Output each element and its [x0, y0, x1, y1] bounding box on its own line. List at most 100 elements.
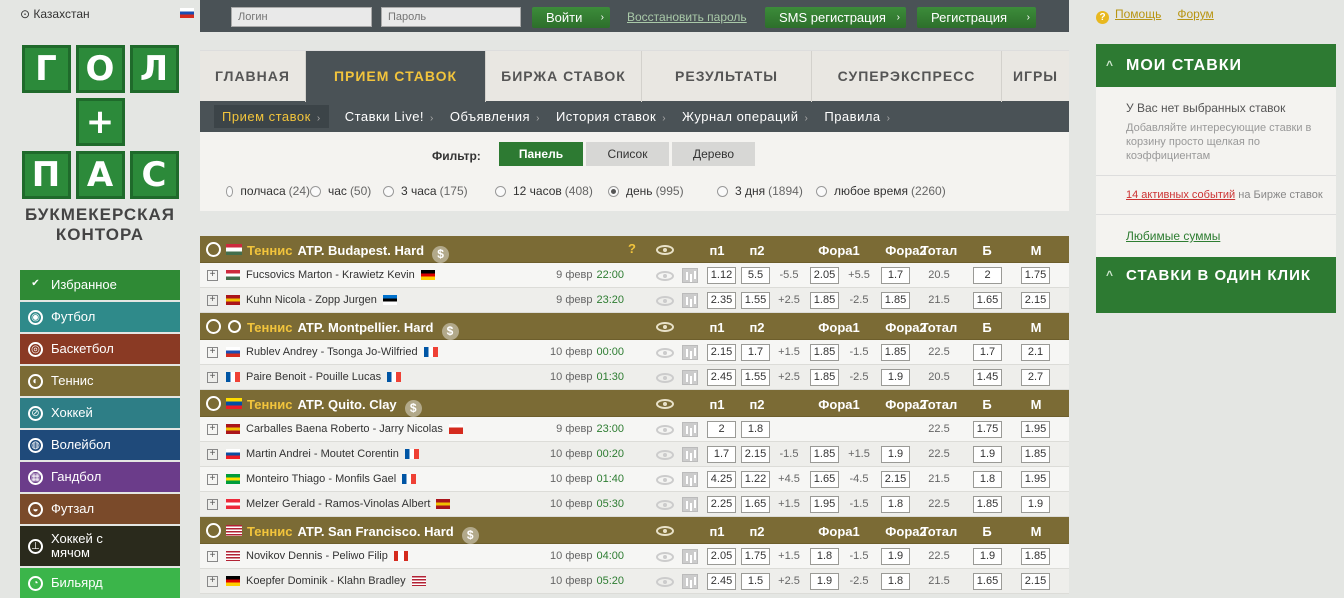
sidebar-sport-item[interactable]: ◐ Теннис — [20, 366, 180, 396]
eye-icon[interactable] — [656, 348, 674, 358]
sms-register-button[interactable]: SMS регистрация › — [765, 7, 906, 28]
event-teams[interactable]: Monteiro Thiago - Monfils Gael — [246, 473, 396, 485]
stats-icon[interactable] — [682, 293, 698, 308]
site-logo[interactable]: Г О Л + П А С БУКМЕКЕРСКАЯ КОНТОРА — [20, 45, 180, 245]
eye-icon[interactable] — [656, 475, 674, 485]
odds-under[interactable]: 1.75 — [1021, 267, 1050, 284]
odds-p1[interactable]: 2.45 — [707, 369, 736, 386]
period-option[interactable]: любое время (2260) — [816, 184, 956, 198]
odds-p1[interactable]: 2.15 — [707, 344, 736, 361]
odds-p1[interactable]: 2 — [707, 421, 736, 438]
favorite-sums-link[interactable]: Любимые суммы — [1126, 229, 1324, 247]
odds-handicap-1[interactable]: 1.85 — [810, 344, 839, 361]
sidebar-sport-item[interactable]: ✔ Избранное — [20, 270, 180, 300]
odds-handicap-2[interactable]: 1.7 — [881, 267, 910, 284]
eye-icon[interactable] — [656, 399, 674, 409]
tournament-header[interactable]: Теннис ATP. Budapest. Hard $? п1 п2 Фора1 Фора… — [200, 236, 1069, 263]
region-label[interactable]: ⊙ Казахстан — [20, 7, 90, 21]
odds-over[interactable]: 1.9 — [973, 548, 1002, 565]
radio-button[interactable] — [226, 185, 234, 197]
odds-p2[interactable]: 1.55 — [741, 369, 770, 386]
eye-icon[interactable] — [656, 322, 674, 332]
odds-over[interactable]: 1.45 — [973, 369, 1002, 386]
tab-4[interactable]: РЕЗУЛЬТАТЫ — [642, 51, 812, 102]
event-teams[interactable]: Fucsovics Marton - Krawietz Kevin — [246, 269, 415, 281]
odds-handicap-1[interactable]: 1.95 — [810, 496, 839, 513]
odds-over[interactable]: 1.65 — [973, 292, 1002, 309]
stats-icon[interactable] — [682, 268, 698, 283]
eye-icon[interactable] — [656, 526, 674, 536]
radio-button[interactable] — [608, 185, 619, 197]
radio-button[interactable] — [495, 185, 506, 197]
help-link[interactable]: Помощь — [1115, 7, 1161, 21]
event-teams[interactable]: Kuhn Nicola - Zopp Jurgen — [246, 294, 377, 306]
event-teams[interactable]: Paire Benoit - Pouille Lucas — [246, 371, 381, 383]
odds-over[interactable]: 1.85 — [973, 496, 1002, 513]
odds-handicap-2[interactable]: 1.85 — [881, 292, 910, 309]
dollar-icon[interactable]: $ — [461, 527, 479, 544]
odds-over[interactable]: 1.9 — [973, 446, 1002, 463]
question-icon[interactable]: ? — [628, 241, 636, 256]
expand-icon[interactable]: + — [207, 576, 218, 587]
odds-p1[interactable]: 4.25 — [707, 471, 736, 488]
sidebar-sport-item[interactable]: ◉ Футбол — [20, 302, 180, 332]
expand-icon[interactable]: + — [207, 499, 218, 510]
odds-handicap-2[interactable]: 1.9 — [881, 446, 910, 463]
odds-under[interactable]: 2.1 — [1021, 344, 1050, 361]
expand-icon[interactable]: + — [207, 347, 218, 358]
stats-icon[interactable] — [682, 422, 698, 437]
odds-over[interactable]: 1.75 — [973, 421, 1002, 438]
odds-p1[interactable]: 2.35 — [707, 292, 736, 309]
odds-over[interactable]: 1.8 — [973, 471, 1002, 488]
forum-link[interactable]: Форум — [1177, 7, 1213, 21]
stats-icon[interactable] — [682, 345, 698, 360]
odds-handicap-1[interactable]: 1.85 — [810, 369, 839, 386]
eye-icon[interactable] — [656, 577, 674, 587]
subnav-item[interactable]: Журнал операций › — [682, 109, 808, 124]
view-tree-button[interactable]: Дерево — [672, 142, 755, 166]
odds-handicap-1[interactable]: 2.05 — [810, 267, 839, 284]
sidebar-sport-item[interactable]: ⊥ Хоккей с мячом — [20, 526, 180, 566]
odds-p2[interactable]: 1.8 — [741, 421, 770, 438]
odds-under[interactable]: 1.85 — [1021, 446, 1050, 463]
sidebar-sport-item[interactable]: ◎ Баскетбол — [20, 334, 180, 364]
odds-over[interactable]: 2 — [973, 267, 1002, 284]
sidebar-sport-item[interactable]: ◒ Футзал — [20, 494, 180, 524]
event-teams[interactable]: Melzer Gerald - Ramos-Vinolas Albert — [246, 498, 430, 510]
event-row[interactable]: + Paire Benoit - Pouille Lucas 10 февр 01:3… — [200, 365, 1069, 390]
stats-icon[interactable] — [682, 497, 698, 512]
odds-p1[interactable]: 2.05 — [707, 548, 736, 565]
sidebar-sport-item[interactable]: ◔ Бильярд — [20, 568, 180, 598]
odds-under[interactable]: 1.95 — [1021, 471, 1050, 488]
event-row[interactable]: + Martin Andrei - Moutet Corentin 10 февр 0… — [200, 442, 1069, 467]
active-events-link[interactable]: 14 активных событий — [1126, 189, 1235, 201]
eye-icon[interactable] — [656, 296, 674, 306]
odds-handicap-1[interactable]: 1.85 — [810, 446, 839, 463]
period-option[interactable]: 12 часов (408) — [495, 184, 608, 198]
register-button[interactable]: Регистрация › — [917, 7, 1036, 28]
odds-under[interactable]: 1.95 — [1021, 421, 1050, 438]
eye-icon[interactable] — [656, 373, 674, 383]
odds-handicap-2[interactable]: 1.8 — [881, 573, 910, 590]
tab-1[interactable]: ГЛАВНАЯ — [200, 51, 306, 102]
odds-p2[interactable]: 1.22 — [741, 471, 770, 488]
event-row[interactable]: + Carballes Baena Roberto - Jarry Nicolas… — [200, 417, 1069, 442]
odds-handicap-2[interactable]: 1.85 — [881, 344, 910, 361]
region-selector[interactable]: ⊙ Казахстан — [0, 0, 200, 28]
odds-p1[interactable]: 1.7 — [707, 446, 736, 463]
period-option[interactable]: 3 часа (175) — [383, 184, 495, 198]
expand-icon[interactable]: + — [207, 449, 218, 460]
expand-icon[interactable]: + — [207, 424, 218, 435]
odds-handicap-1[interactable]: 1.65 — [810, 471, 839, 488]
odds-p2[interactable]: 1.65 — [741, 496, 770, 513]
password-input[interactable] — [381, 7, 521, 27]
odds-handicap-2[interactable]: 1.9 — [881, 548, 910, 565]
tab-3[interactable]: БИРЖА СТАВОК — [486, 51, 642, 102]
eye-icon[interactable] — [656, 500, 674, 510]
odds-p2[interactable]: 1.75 — [741, 548, 770, 565]
odds-handicap-1[interactable]: 1.9 — [810, 573, 839, 590]
radio-button[interactable] — [717, 185, 728, 197]
expand-icon[interactable]: + — [207, 270, 218, 281]
eye-icon[interactable] — [656, 425, 674, 435]
odds-over[interactable]: 1.7 — [973, 344, 1002, 361]
